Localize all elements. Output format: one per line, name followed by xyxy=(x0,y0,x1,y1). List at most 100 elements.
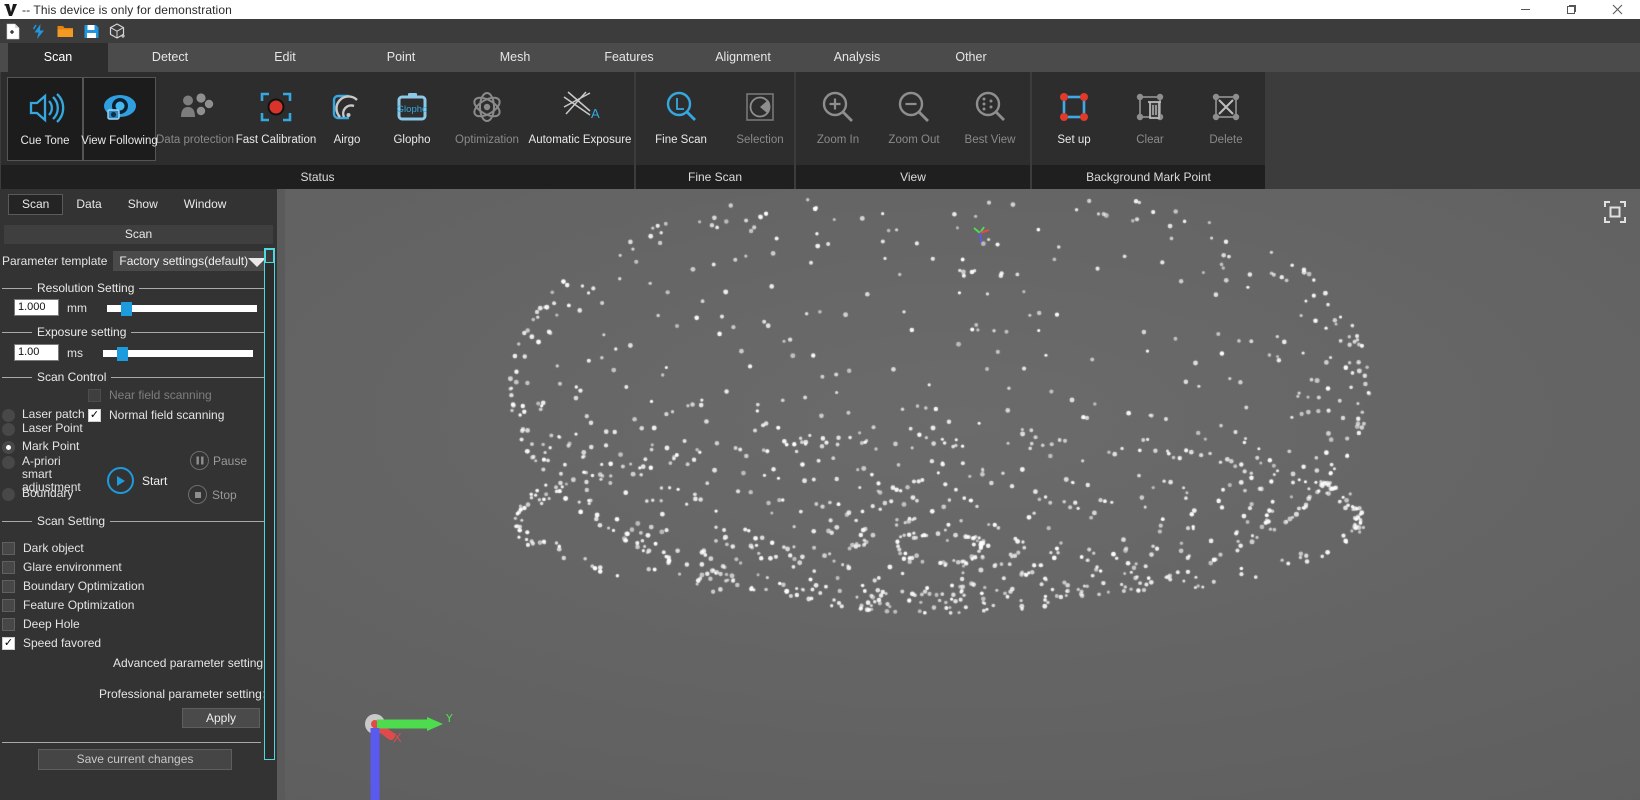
checkbox-icon[interactable] xyxy=(2,542,15,555)
ribbon-tab-label: Edit xyxy=(274,50,296,64)
add-model-icon[interactable] xyxy=(107,21,128,42)
ribbon-button-fine-scan[interactable]: Fine Scan xyxy=(640,77,722,161)
ribbon-tab-edit[interactable]: Edit xyxy=(229,43,341,72)
ribbon-button-set-up[interactable]: Set up xyxy=(1036,77,1112,161)
checkbox-icon[interactable]: ✓ xyxy=(2,637,15,650)
ribbon-button-airgo[interactable]: Airgo xyxy=(318,77,376,161)
minimize-button[interactable] xyxy=(1502,0,1548,19)
professional-parameter-link[interactable]: Professional parameter setting ≫ xyxy=(99,687,274,701)
ribbon-button-label: Cue Tone xyxy=(20,135,69,147)
resolution-slider[interactable] xyxy=(107,302,257,314)
radio-icon[interactable] xyxy=(2,409,15,422)
ribbon-tab-label: Mesh xyxy=(500,50,531,64)
play-icon xyxy=(107,467,134,494)
scan-setting-label: Dark object xyxy=(23,541,84,555)
flash-icon[interactable] xyxy=(29,21,50,42)
save-current-changes-label: Save current changes xyxy=(77,752,194,766)
apply-label: Apply xyxy=(206,711,236,725)
checkbox-icon[interactable] xyxy=(88,389,101,402)
ribbon-tab-alignment[interactable]: Alignment xyxy=(687,43,799,72)
field-option-normal-field-scanning[interactable]: ✓Normal field scanning xyxy=(88,408,224,422)
scan-setting-glare-environment[interactable]: Glare environment xyxy=(2,560,122,574)
speaker-icon xyxy=(25,85,65,131)
ribbon-button-label: Airgo xyxy=(334,134,361,146)
scan-setting-deep-hole[interactable]: Deep Hole xyxy=(2,617,80,631)
stop-button[interactable]: Stop xyxy=(188,485,237,504)
ribbon-group-label: Fine Scan xyxy=(636,165,794,189)
ribbon-tab-point[interactable]: Point xyxy=(345,43,457,72)
ribbon-tab-analysis[interactable]: Analysis xyxy=(801,43,913,72)
best-view-icon xyxy=(970,84,1010,130)
ribbon-button-fast-calibration[interactable]: Fast Calibration xyxy=(234,77,318,161)
ribbon-group-fine-scan: Fine ScanSelectionFine Scan xyxy=(636,72,794,189)
radio-icon[interactable] xyxy=(2,423,15,436)
ribbon-tab-detect[interactable]: Detect xyxy=(114,43,226,72)
save-current-changes-button[interactable]: Save current changes xyxy=(38,749,232,770)
maximize-button[interactable] xyxy=(1548,0,1594,19)
exposure-slider-knob[interactable] xyxy=(117,347,128,361)
ribbon-tab-label: Detect xyxy=(152,50,188,64)
svg-text:Y: Y xyxy=(445,714,454,725)
ribbon-button-zoom-out: Zoom Out xyxy=(876,77,952,161)
viewport-3d[interactable]: X Y xyxy=(285,189,1640,800)
resolution-slider-knob[interactable] xyxy=(121,302,132,316)
panel-splitter[interactable] xyxy=(277,189,285,800)
panel-tab-data[interactable]: Data xyxy=(63,194,114,215)
save-icon[interactable] xyxy=(81,21,102,42)
field-option-near-field-scanning[interactable]: Near field scanning xyxy=(88,388,212,402)
scan-setting-feature-optimization[interactable]: Feature Optimization xyxy=(2,598,134,612)
magnifier-l-icon xyxy=(661,84,701,130)
scan-setting-speed-favored[interactable]: ✓Speed favored xyxy=(2,636,101,650)
exposure-input[interactable]: 1.00 xyxy=(14,344,59,361)
pause-button[interactable]: Pause xyxy=(190,451,247,470)
selection-icon xyxy=(740,84,780,130)
panel-tab-scan[interactable]: Scan xyxy=(8,194,63,215)
atom-icon xyxy=(467,84,507,130)
ribbon-button-cue-tone[interactable]: Cue Tone xyxy=(7,77,83,161)
advanced-parameter-link[interactable]: Advanced parameter setting ≫ xyxy=(113,656,276,670)
radio-icon[interactable] xyxy=(2,456,15,469)
scan-setting-dark-object[interactable]: Dark object xyxy=(2,541,84,555)
scan-mode-laser-patch[interactable]: Laser patch xyxy=(2,408,92,422)
ribbon-tab-mesh[interactable]: Mesh xyxy=(459,43,571,72)
ribbon-button-glopho[interactable]: GlophoGlopho xyxy=(376,77,448,161)
new-file-icon[interactable] xyxy=(3,21,24,42)
close-button[interactable] xyxy=(1594,0,1640,19)
panel-tab-show[interactable]: Show xyxy=(115,194,171,215)
panel-divider-line xyxy=(2,742,261,743)
checkbox-icon[interactable] xyxy=(2,561,15,574)
ribbon-button-automatic-exposure[interactable]: AAutomatic Exposure xyxy=(526,77,634,161)
panel-tab-bar: Scan Data Show Window xyxy=(8,194,239,215)
parameter-template-select[interactable]: Factory settings(default) xyxy=(113,251,273,271)
ribbon-tab-other[interactable]: Other xyxy=(915,43,1027,72)
start-button[interactable]: Start xyxy=(107,467,167,494)
scan-mode-label: Laser Point xyxy=(22,422,92,435)
ribbon-tab-scan[interactable]: Scan xyxy=(8,43,108,72)
scan-mode-boundary[interactable]: Boundary xyxy=(2,487,92,501)
ribbon-button-view-following[interactable]: View Following xyxy=(83,77,156,161)
checkbox-icon[interactable] xyxy=(2,618,15,631)
radio-icon[interactable] xyxy=(2,441,15,454)
scan-mode-laser-point[interactable]: Laser Point xyxy=(2,422,92,436)
resolution-input[interactable]: 1.000 xyxy=(14,299,59,316)
checkbox-icon[interactable] xyxy=(2,599,15,612)
ribbon-button-label: Zoom Out xyxy=(888,134,939,146)
open-folder-icon[interactable] xyxy=(55,21,76,42)
auto-exposure-icon: A xyxy=(560,84,600,130)
ribbon-tab-features[interactable]: Features xyxy=(573,43,685,72)
exposure-slider[interactable] xyxy=(103,347,253,359)
resolution-unit: mm xyxy=(67,301,87,315)
resolution-row: 1.000 mm xyxy=(14,299,257,316)
fit-to-screen-icon[interactable] xyxy=(1600,197,1630,227)
point-cloud-canvas[interactable] xyxy=(285,189,1640,800)
panel-scrollbar-thumb[interactable] xyxy=(265,249,274,263)
checkbox-icon[interactable] xyxy=(2,580,15,593)
scan-mode-mark-point[interactable]: Mark Point xyxy=(2,440,92,454)
svg-text:Glopho: Glopho xyxy=(397,104,428,115)
apply-button[interactable]: Apply xyxy=(182,708,260,728)
panel-tab-window[interactable]: Window xyxy=(171,194,240,215)
window-title: -- This device is only for demonstration xyxy=(22,3,232,17)
panel-scrollbar[interactable] xyxy=(264,248,275,760)
scan-setting-boundary-optimization[interactable]: Boundary Optimization xyxy=(2,579,144,593)
radio-icon[interactable] xyxy=(2,488,15,501)
